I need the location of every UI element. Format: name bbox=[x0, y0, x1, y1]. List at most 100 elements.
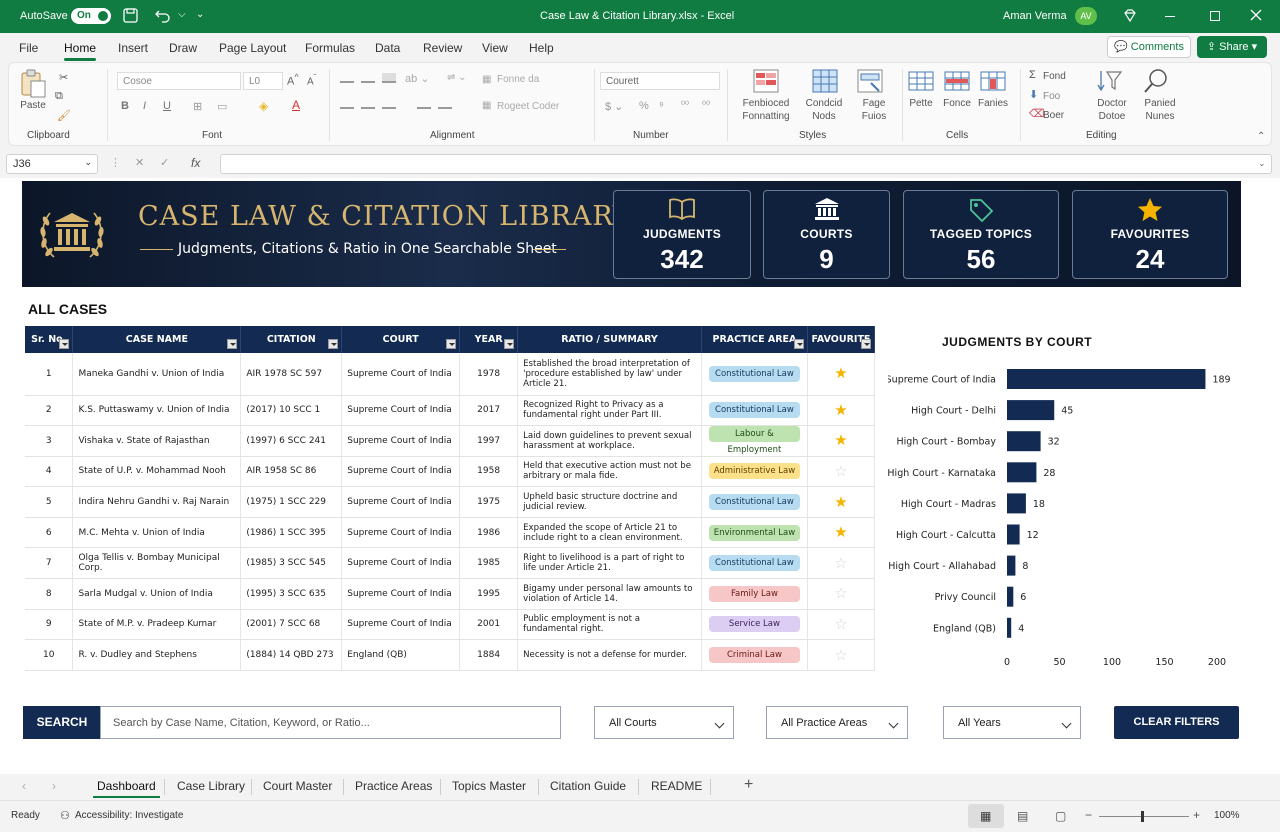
italic-icon[interactable]: I bbox=[143, 100, 146, 112]
undo-icon[interactable] bbox=[155, 8, 171, 23]
star-outline-icon[interactable]: ☆ bbox=[834, 584, 847, 602]
star-outline-icon[interactable]: ☆ bbox=[834, 554, 847, 572]
percent-icon[interactable]: % bbox=[639, 100, 649, 112]
cell-sr-no[interactable]: 4 bbox=[25, 456, 74, 488]
format-as-table-label[interactable]: Condcid Nods bbox=[799, 97, 849, 123]
fill-label[interactable]: Foo bbox=[1043, 90, 1060, 103]
cell-case-name[interactable]: Vishaka v. State of Rajasthan bbox=[72, 425, 242, 457]
tab-case-library[interactable]: Case Library bbox=[177, 779, 245, 793]
increase-indent-icon[interactable] bbox=[438, 99, 452, 109]
font-size-box[interactable]: L0 bbox=[243, 72, 283, 90]
page-layout-view-icon[interactable]: ▤ bbox=[1017, 809, 1028, 823]
filter-dropdown-icon[interactable] bbox=[504, 339, 515, 349]
customize-qat-icon[interactable]: ⌄ bbox=[196, 9, 204, 20]
increase-decimal-icon[interactable]: ⁰⁰ bbox=[681, 100, 689, 111]
cell-summary[interactable]: Recognized Right to Privacy as a fundame… bbox=[517, 395, 702, 427]
zoom-in-icon[interactable]: + bbox=[1193, 808, 1200, 822]
table-row[interactable]: 1 Maneka Gandhi v. Union of India AIR 1978… bbox=[25, 353, 876, 396]
cell-case-name[interactable]: M.C. Mehta v. Union of India bbox=[72, 517, 242, 549]
cell-year[interactable]: 1985 bbox=[459, 547, 519, 580]
cell-summary[interactable]: Expanded the scope of Article 21 to incl… bbox=[517, 517, 702, 549]
menu-draw[interactable]: Draw bbox=[169, 41, 197, 55]
zoom-level[interactable]: 100% bbox=[1214, 810, 1240, 821]
cell-citation[interactable]: AIR 1958 SC 86 bbox=[240, 456, 343, 488]
cell-summary[interactable]: Held that executive action must not be a… bbox=[517, 456, 702, 488]
cell-summary[interactable]: Public employment is not a fundamental r… bbox=[517, 609, 702, 641]
cell-summary[interactable]: Laid down guidelines to prevent sexual h… bbox=[517, 425, 702, 457]
expand-formula-icon[interactable]: ⌄ bbox=[1258, 158, 1266, 169]
header-case-name[interactable]: CASE NAME bbox=[72, 326, 242, 353]
cell-citation[interactable]: (1975) 1 SCC 229 bbox=[240, 486, 343, 518]
accessibility-icon[interactable]: ⚇ bbox=[60, 809, 70, 822]
cell-favourite[interactable]: ★ bbox=[807, 395, 876, 427]
filter-dropdown-icon[interactable] bbox=[328, 339, 339, 349]
cell-summary[interactable]: Established the broad interpretation of … bbox=[517, 353, 702, 396]
insert-cells-icon[interactable] bbox=[908, 69, 934, 93]
wrap-text-label[interactable]: Fonne da bbox=[497, 74, 539, 85]
redo-icon[interactable]: ⌵ bbox=[178, 9, 186, 20]
autosum-icon[interactable]: Σ bbox=[1029, 69, 1036, 81]
align-middle-icon[interactable] bbox=[361, 73, 375, 83]
header-practice-area[interactable]: PRACTICE AREA bbox=[701, 326, 808, 353]
cell-court[interactable]: Supreme Court of India bbox=[341, 425, 461, 457]
find-select-label[interactable]: Panied Nunes bbox=[1137, 97, 1183, 123]
delete-cells-icon[interactable] bbox=[944, 69, 970, 93]
enter-icon[interactable]: ✓ bbox=[160, 156, 169, 169]
name-box[interactable]: J36 ⌄ bbox=[6, 154, 98, 174]
table-row[interactable]: 9 State of M.P. v. Pradeep Kumar (2001) 7 … bbox=[25, 609, 876, 641]
cell-practice-area[interactable]: Criminal Law bbox=[701, 639, 808, 671]
cell-practice-area[interactable]: Administrative Law bbox=[701, 456, 808, 488]
comma-icon[interactable]: ⁹ bbox=[659, 100, 664, 112]
autosum-label[interactable]: Fond bbox=[1043, 70, 1066, 83]
cell-case-name[interactable]: State of U.P. v. Mohammad Nooh bbox=[72, 456, 242, 488]
cell-practice-area[interactable]: Constitutional Law bbox=[701, 486, 808, 518]
format-cells-icon[interactable] bbox=[980, 69, 1006, 93]
copy-icon[interactable]: ⧉ bbox=[55, 90, 63, 103]
cell-court[interactable]: Supreme Court of India bbox=[341, 578, 461, 610]
clear-filters-button[interactable]: CLEAR FILTERS bbox=[1114, 706, 1239, 739]
cell-sr-no[interactable]: 9 bbox=[25, 609, 74, 641]
grow-font-icon[interactable]: A^ bbox=[287, 72, 299, 88]
cell-year[interactable]: 2001 bbox=[459, 609, 519, 641]
cell-citation[interactable]: AIR 1978 SC 597 bbox=[240, 353, 343, 396]
stat-card-tagged-topics[interactable]: TAGGED TOPICS 56 bbox=[903, 190, 1059, 279]
collapse-ribbon-icon[interactable]: ⌃ bbox=[1257, 131, 1265, 142]
fill-color-icon[interactable]: ◈ bbox=[259, 99, 268, 113]
cell-court[interactable]: Supreme Court of India bbox=[341, 609, 461, 641]
cell-court[interactable]: Supreme Court of India bbox=[341, 486, 461, 518]
zoom-slider[interactable] bbox=[1099, 816, 1189, 817]
comments-button[interactable]: 💬 Comments bbox=[1107, 36, 1191, 58]
cell-sr-no[interactable]: 6 bbox=[25, 517, 74, 549]
add-sheet-button[interactable]: + bbox=[744, 776, 753, 794]
menu-help[interactable]: Help bbox=[529, 41, 554, 55]
cell-citation[interactable]: (2017) 10 SCC 1 bbox=[240, 395, 343, 427]
align-bottom-icon[interactable] bbox=[382, 73, 396, 83]
stat-card-judgments[interactable]: JUDGMENTS 342 bbox=[613, 190, 751, 279]
share-button[interactable]: ⇪ Share ▾ bbox=[1197, 36, 1267, 58]
clear-label[interactable]: Boer bbox=[1043, 109, 1064, 122]
search-input[interactable]: Search by Case Name, Citation, Keyword, … bbox=[100, 706, 561, 739]
tab-topics-master[interactable]: Topics Master bbox=[452, 779, 526, 793]
star-outline-icon[interactable]: ☆ bbox=[834, 462, 847, 480]
cell-court[interactable]: Supreme Court of India bbox=[341, 395, 461, 427]
sheet-view-icon[interactable]: ▭ bbox=[217, 100, 227, 113]
cell-practice-area[interactable]: Constitutional Law bbox=[701, 547, 808, 580]
filter-dropdown-icon[interactable] bbox=[227, 339, 238, 349]
cell-favourite[interactable]: ☆ bbox=[807, 547, 876, 580]
paste-label[interactable]: Paste bbox=[15, 99, 51, 112]
cell-citation[interactable]: (1986) 1 SCC 395 bbox=[240, 517, 343, 549]
filter-dropdown-icon[interactable] bbox=[793, 339, 804, 349]
accessibility-status[interactable]: Accessibility: Investigate bbox=[75, 810, 183, 821]
delete-cells-label[interactable]: Fonce bbox=[938, 97, 976, 110]
tab-dashboard[interactable]: Dashboard bbox=[93, 779, 160, 798]
paste-icon[interactable] bbox=[19, 69, 47, 99]
conditional-formatting-icon[interactable] bbox=[753, 69, 779, 93]
conditional-formatting-label[interactable]: Fenbioced Fonnatting bbox=[731, 97, 801, 123]
cell-citation[interactable]: (1985) 3 SCC 545 bbox=[240, 547, 343, 580]
cell-case-name[interactable]: Indira Nehru Gandhi v. Raj Narain bbox=[72, 486, 242, 518]
cell-sr-no[interactable]: 3 bbox=[25, 425, 74, 457]
stat-card-courts[interactable]: COURTS 9 bbox=[763, 190, 890, 279]
star-filled-icon[interactable]: ★ bbox=[834, 523, 847, 541]
cell-favourite[interactable]: ☆ bbox=[807, 639, 876, 671]
tab-citation-guide[interactable]: Citation Guide bbox=[550, 779, 626, 793]
